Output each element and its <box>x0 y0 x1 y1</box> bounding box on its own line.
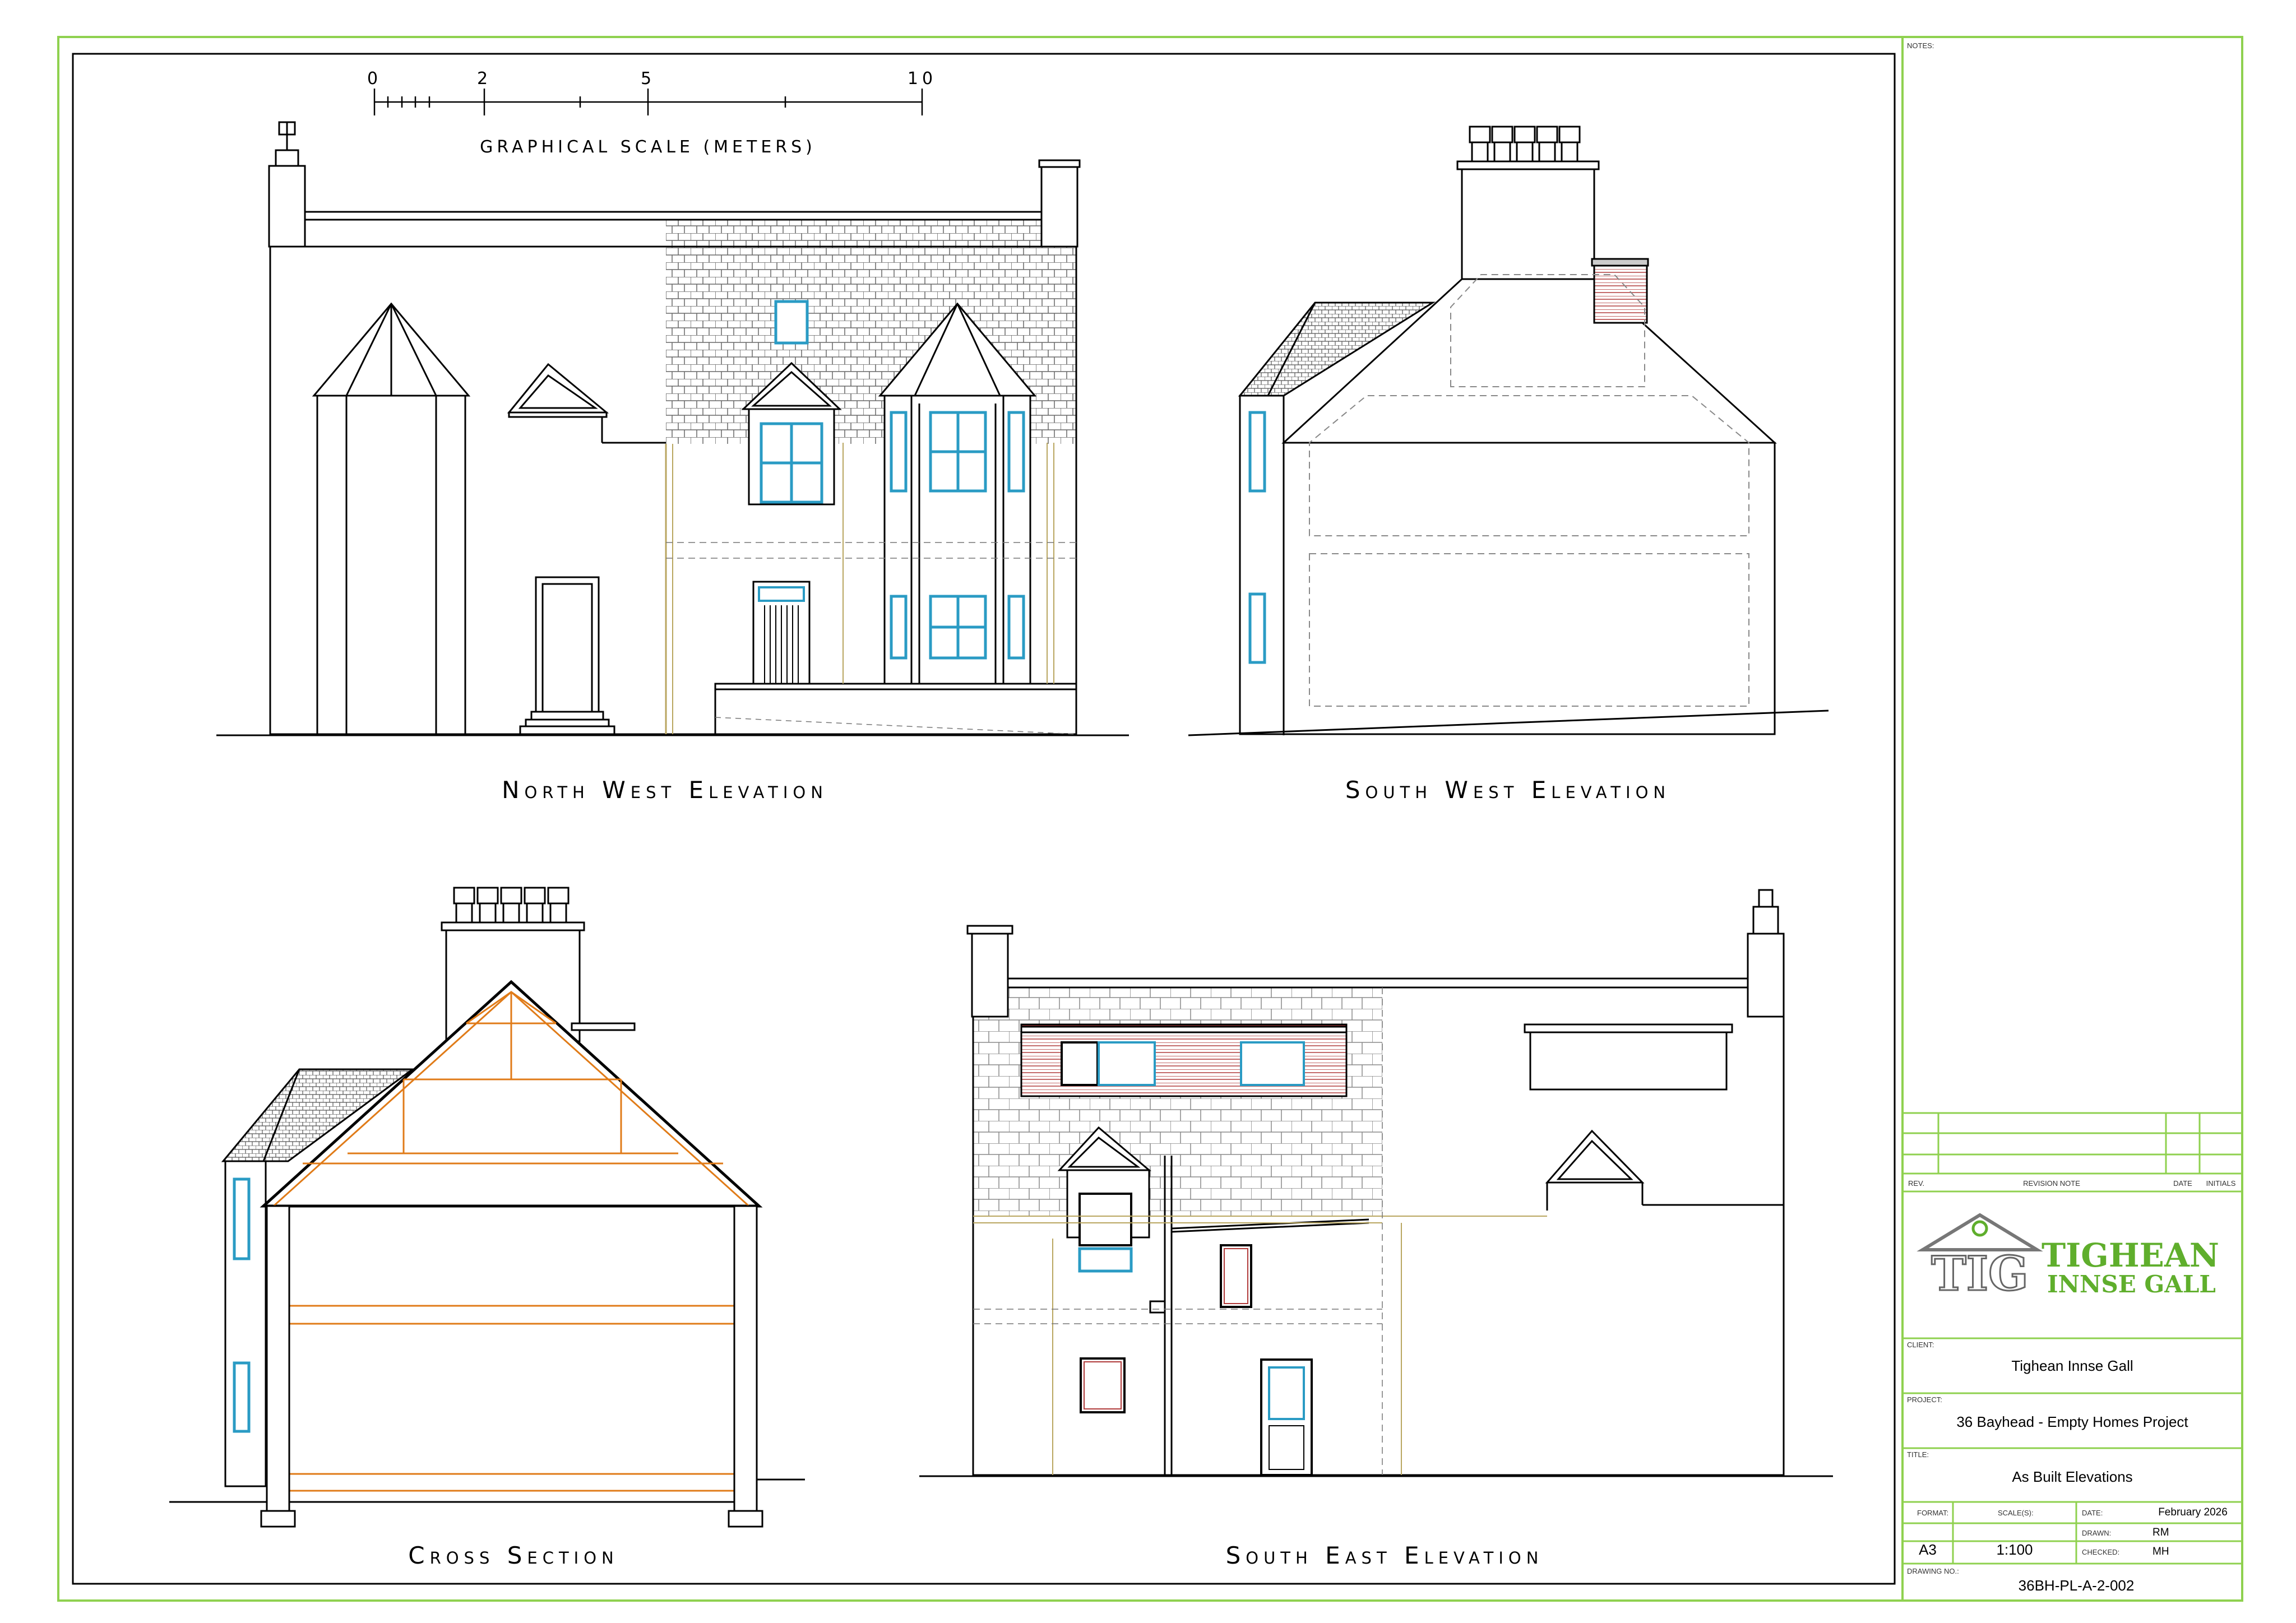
south-east-elevation-title: South East Elevation <box>1226 1542 1544 1569</box>
notes-label: NOTES: <box>1907 41 1934 50</box>
scale-tick-2: 2 <box>477 69 492 89</box>
se-window-upper <box>1078 1193 1132 1246</box>
title-label: TITLE: <box>1907 1450 1929 1459</box>
se-dormer-window-right <box>1240 1041 1305 1086</box>
project-label: PROJECT: <box>1907 1395 1942 1404</box>
format-label: FORMAT: <box>1917 1509 1948 1517</box>
drawing-no-value: 36BH-PL-A-2-002 <box>2019 1577 2135 1594</box>
nw-chimney-right <box>1040 165 1078 248</box>
scale-caption: GRAPHICAL SCALE (METERS) <box>480 137 816 157</box>
client-label: CLIENT: <box>1907 1341 1934 1349</box>
north-west-elevation-title: North West Elevation <box>502 776 828 804</box>
scale-tick-5: 5 <box>641 69 655 89</box>
revision-note-header: REVISION NOTE <box>2023 1179 2080 1188</box>
sw-chimney <box>1461 167 1595 280</box>
outer-border <box>57 36 2243 1602</box>
se-window-small <box>1220 1244 1252 1308</box>
logo-monogram: TIG <box>1931 1246 2029 1301</box>
date-header: DATE <box>2173 1179 2192 1188</box>
scale-tick-0: 0 <box>367 69 382 89</box>
cs-window-lower <box>233 1361 251 1433</box>
date-value: February 2026 <box>2158 1506 2228 1518</box>
rev-header: REV. <box>1908 1179 1924 1188</box>
graphical-scale <box>373 89 923 115</box>
se-window-lower <box>1080 1357 1126 1413</box>
sw-window-lower <box>1248 592 1266 664</box>
scale-value: 1:100 <box>1996 1541 2033 1558</box>
client-value: Tighean Innse Gall <box>2011 1357 2133 1374</box>
north-west-elevation <box>216 121 1129 736</box>
sw-window-upper <box>1248 411 1266 493</box>
drawing-no-label: DRAWING NO.: <box>1907 1567 1959 1575</box>
south-west-elevation-title: South West Elevation <box>1345 776 1670 804</box>
logo-line-1: TIGHEAN <box>2042 1236 2219 1274</box>
checked-label: CHECKED: <box>2082 1548 2119 1556</box>
drawing-sheet: 0 2 5 10 GRAPHICAL SCALE (METERS) North … <box>57 36 2243 1602</box>
checked-value: MH <box>2152 1546 2169 1557</box>
se-chimney-left <box>971 933 1009 1018</box>
drawn-value: RM <box>2152 1527 2169 1538</box>
se-chimney-right <box>1747 933 1785 1018</box>
south-east-elevation <box>919 889 1833 1477</box>
logo-line-2: INNSE GALL <box>2047 1270 2216 1298</box>
initials-header: INITIALS <box>2206 1179 2236 1188</box>
cross-section <box>169 887 805 1528</box>
nw-door-left <box>535 576 600 713</box>
date-label: DATE: <box>2082 1509 2103 1517</box>
scale-tick-10: 10 <box>908 69 937 89</box>
se-dormer-window-left <box>1061 1041 1099 1086</box>
cross-section-title: Cross Section <box>408 1542 619 1569</box>
scale-label: SCALE(S): <box>1998 1509 2034 1517</box>
south-west-elevation <box>1188 126 1829 736</box>
title-value: As Built Elevations <box>2012 1468 2132 1485</box>
nw-chimney-left <box>268 165 306 248</box>
cs-window-upper <box>233 1177 251 1260</box>
company-logo: TIG TIGHEAN INNSE GALL <box>1917 1213 2219 1302</box>
project-value: 36 Bayhead - Empty Homes Project <box>1956 1413 2188 1430</box>
nw-rooflight <box>774 300 809 345</box>
format-value: A3 <box>1919 1541 1937 1558</box>
drawn-label: DRAWN: <box>2082 1529 2111 1537</box>
